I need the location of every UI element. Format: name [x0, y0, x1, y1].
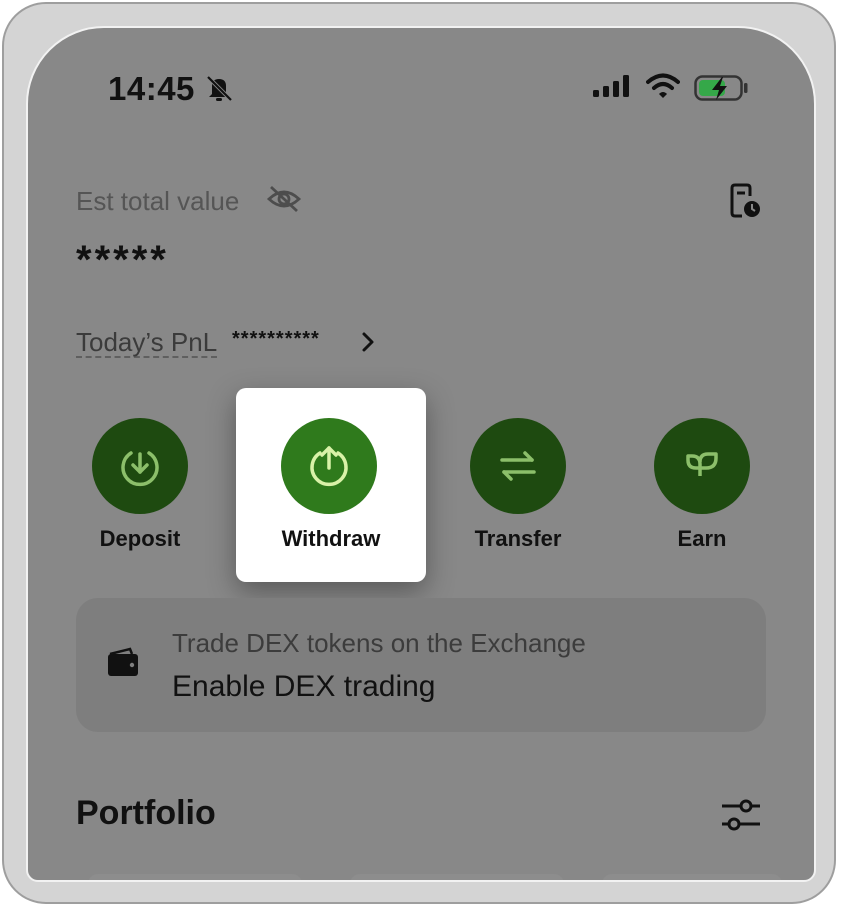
chevron-right-icon[interactable]: [360, 331, 376, 353]
dex-banner-subtitle: Trade DEX tokens on the Exchange: [172, 628, 586, 658]
status-time: 14:45: [108, 70, 195, 107]
filter-sliders-icon[interactable]: [720, 796, 762, 834]
est-total-value-label: Est total value: [76, 186, 240, 216]
total-value-masked: *****: [76, 238, 169, 282]
wallet-icon: [108, 647, 138, 676]
bell-slash-icon: [206, 75, 233, 102]
portfolio-card-edge: [602, 874, 782, 880]
withdraw-label: Withdraw: [281, 526, 381, 551]
leaf-icon: [686, 452, 718, 476]
eye-off-icon[interactable]: [266, 184, 302, 214]
transfer-icon-circle[interactable]: [470, 418, 566, 514]
arrow-down-circle-icon: [121, 451, 159, 487]
todays-pnl-label[interactable]: Today’s PnL: [76, 328, 218, 358]
portfolio-card-edge: [350, 874, 564, 880]
signal-icon: [593, 75, 629, 97]
todays-pnl-value[interactable]: **********: [232, 328, 320, 351]
battery-charging-icon: [694, 75, 748, 101]
withdraw-icon-circle[interactable]: [281, 418, 377, 514]
enable-dex-trading-banner[interactable]: Trade DEX tokens on the Exchange Enable …: [76, 598, 766, 732]
swap-arrows-icon: [500, 451, 536, 481]
earn-label: Earn: [677, 526, 727, 551]
deposit-icon-circle[interactable]: [92, 418, 188, 514]
deposit-button[interactable]: Deposit: [75, 418, 205, 558]
portfolio-card-edge: [88, 874, 302, 880]
app-screen: 14:45 Est total value ***** Today’s PnL: [26, 26, 816, 882]
withdraw-button[interactable]: Withdraw: [236, 388, 426, 582]
earn-icon-circle[interactable]: [654, 418, 750, 514]
transfer-button[interactable]: Transfer: [453, 418, 583, 558]
history-icon[interactable]: [728, 182, 764, 220]
earn-button[interactable]: Earn: [637, 418, 767, 558]
arrow-up-circle-icon: [310, 446, 348, 487]
wifi-icon: [646, 73, 680, 98]
deposit-label: Deposit: [99, 526, 181, 551]
transfer-label: Transfer: [474, 526, 562, 551]
portfolio-heading: Portfolio: [76, 794, 216, 832]
dex-banner-title: Enable DEX trading: [172, 670, 436, 703]
